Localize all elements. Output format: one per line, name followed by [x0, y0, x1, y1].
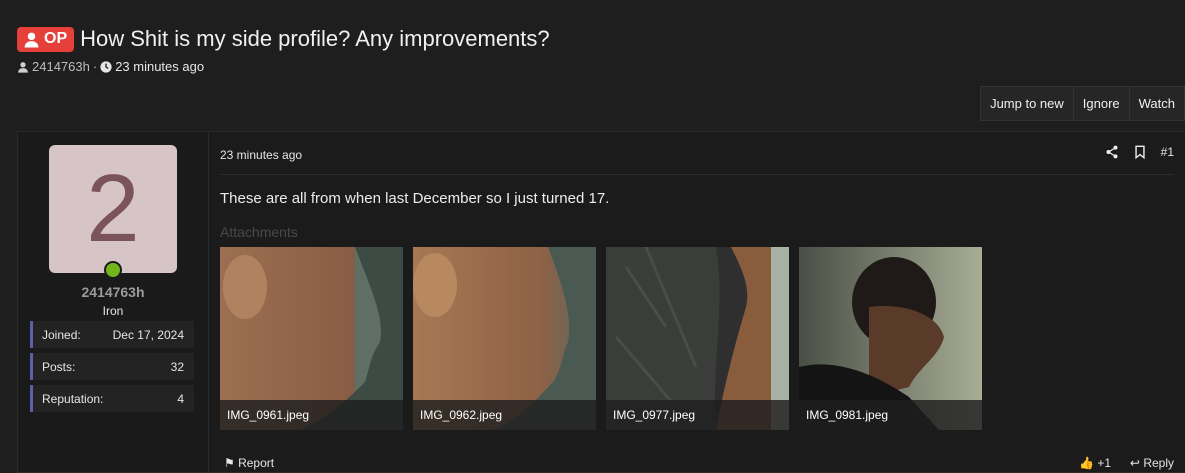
report-label: Report	[238, 456, 275, 470]
attachment-thumbnail[interactable]: IMG_0977.jpeg	[606, 247, 789, 430]
thread-time: 23 minutes ago	[115, 59, 205, 74]
thread-actions: Jump to new Ignore Watch	[980, 86, 1185, 121]
post-content: 23 minutes ago #1 These are all from whe…	[209, 132, 1185, 472]
meta-separator: ·	[92, 59, 98, 74]
like-button[interactable]: 👍 +1	[1079, 456, 1111, 470]
report-button[interactable]: ⚑ Report	[224, 456, 274, 470]
reply-icon: ↩	[1129, 456, 1144, 470]
thumbs-up-icon: 👍	[1079, 456, 1098, 470]
post-number[interactable]: #1	[1161, 145, 1174, 159]
avatar[interactable]: 2	[49, 145, 177, 273]
flag-icon: ⚑	[224, 456, 239, 470]
clock-icon	[100, 60, 112, 73]
attachment-filename: IMG_0961.jpeg	[220, 400, 403, 430]
like-label: +1	[1097, 456, 1111, 470]
attachment-thumbnail[interactable]: IMG_0961.jpeg	[220, 247, 403, 430]
online-indicator	[104, 261, 122, 279]
attachment-thumbnail[interactable]: IMG_0981.jpeg	[799, 247, 982, 430]
user-rank: Iron	[102, 304, 124, 318]
jump-to-new-button[interactable]: Jump to new	[980, 86, 1074, 121]
username[interactable]: 2414763h	[18, 284, 208, 300]
post-divider	[220, 174, 1174, 175]
reply-button[interactable]: ↩ Reply	[1130, 456, 1174, 470]
op-badge-label: OP	[44, 30, 68, 47]
stat-value: 4	[177, 391, 184, 406]
bookmark-icon[interactable]	[1133, 145, 1147, 159]
op-badge: OP	[17, 26, 75, 52]
thread-meta: 2414763h · 23 minutes ago	[17, 59, 204, 74]
user-icon	[24, 32, 39, 47]
stat-label: Reputation:	[42, 391, 104, 406]
attachment-filename: IMG_0962.jpeg	[413, 400, 596, 430]
share-icon[interactable]	[1105, 145, 1119, 159]
watch-button[interactable]: Watch	[1128, 86, 1185, 121]
stat-posts: Posts: 32	[30, 353, 194, 380]
attachment-filename: IMG_0977.jpeg	[606, 400, 789, 430]
reply-label: Reply	[1143, 456, 1174, 470]
user-sidebar: 2 2414763h Iron Joined: Dec 17, 2024 Pos…	[18, 132, 209, 472]
user-icon	[18, 61, 28, 73]
post-time[interactable]: 23 minutes ago	[220, 148, 302, 162]
stat-value: 32	[170, 359, 184, 374]
thread-title: How Shit is my side profile? Any improve…	[80, 26, 550, 51]
post-actions: #1	[1105, 145, 1174, 159]
stat-label: Posts:	[42, 359, 76, 374]
thread-header: OP How Shit is my side profile? Any impr…	[17, 26, 550, 52]
stat-label: Joined:	[42, 327, 81, 342]
ignore-button[interactable]: Ignore	[1072, 86, 1130, 121]
stat-value: Dec 17, 2024	[112, 327, 184, 342]
attachment-filename: IMG_0981.jpeg	[799, 400, 982, 430]
stat-joined: Joined: Dec 17, 2024	[30, 321, 194, 348]
stat-reputation: Reputation: 4	[30, 385, 194, 412]
attachment-thumbnail[interactable]: IMG_0962.jpeg	[413, 247, 596, 430]
thread-author[interactable]: 2414763h	[32, 59, 90, 74]
post: 2 2414763h Iron Joined: Dec 17, 2024 Pos…	[17, 131, 1185, 473]
post-body: These are all from when last December so…	[220, 190, 610, 207]
attachments-label: Attachments	[220, 224, 298, 240]
